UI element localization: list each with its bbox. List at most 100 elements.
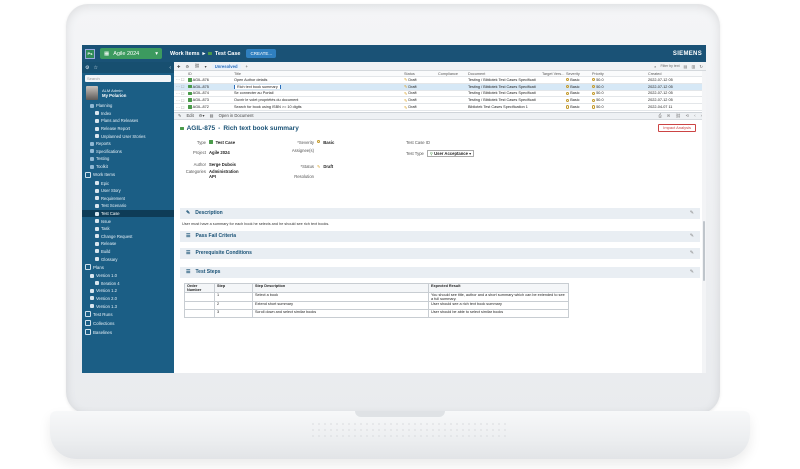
sidebar-item-change-request[interactable]: Change Request	[82, 233, 174, 241]
row-document[interactable]: Bibliotek Test Cases Specification 1	[468, 105, 542, 109]
gear-icon[interactable]: ⚙	[186, 64, 190, 69]
col-document[interactable]: Document	[468, 72, 542, 76]
sidebar-item-iteration-4[interactable]: Iteration 4	[82, 279, 174, 287]
gear-icon[interactable]: ⚙	[85, 65, 89, 71]
edit-button[interactable]: Edit	[187, 113, 194, 118]
sidebar-item-version-1-2[interactable]: Version 1.2	[82, 287, 174, 295]
row-menu-icon[interactable]: ⋯ ☐	[174, 91, 188, 96]
add-query-icon[interactable]: +	[246, 64, 248, 69]
star-icon[interactable]: ☆	[93, 65, 97, 71]
sidebar-item-plans-and-releases[interactable]: Plans and Releases	[82, 117, 174, 125]
sidebar-item-glossary[interactable]: Glossary	[82, 255, 174, 263]
sidebar-item-baselines[interactable]: Baselines	[82, 328, 174, 337]
edit-icon[interactable]: ✎	[690, 250, 694, 256]
refresh-icon[interactable]: ↻	[699, 64, 703, 69]
link-icon[interactable]: ⛓	[194, 63, 199, 69]
view-icon[interactable]: ▤	[684, 64, 688, 69]
col-title[interactable]: Title	[234, 72, 404, 76]
open-in-document-button[interactable]: Open in Document	[219, 113, 254, 118]
sidebar-item-toolkit[interactable]: Toolkit	[82, 163, 174, 171]
row-id[interactable]: AGIL-874	[193, 91, 209, 95]
sidebar-item-release[interactable]: Release	[82, 240, 174, 248]
row-document[interactable]: Testing / Bibliotek Test Cases Specifica…	[468, 78, 542, 82]
print-icon[interactable]: ⎙	[658, 113, 661, 119]
breadcrumb-work-items[interactable]: Work Items	[170, 51, 200, 57]
sidebar-item-build[interactable]: Build	[82, 248, 174, 256]
table-row[interactable]: ⋯ ☐ AGIL-875 Rich text book summary ✎ Draft T…	[174, 83, 706, 91]
table-row[interactable]: ⋯ ☐ AGIL-872 Search for book using ISBN >=…	[174, 104, 706, 111]
search-icon[interactable]: ⌕	[654, 64, 656, 69]
edit-icon[interactable]: ✎	[690, 210, 694, 216]
collapse-icon[interactable]: ‹	[169, 65, 171, 71]
sidebar-item-reports[interactable]: Reports	[82, 140, 174, 148]
status-value[interactable]: Draft	[323, 164, 333, 169]
row-document[interactable]: Testing / Bibliotek Test Cases Specifica…	[468, 98, 542, 102]
col-severity[interactable]: Severity	[566, 72, 592, 76]
description-section[interactable]: ✎ Description ✎	[180, 207, 700, 219]
row-id[interactable]: AGIL-876	[193, 78, 209, 82]
table-row[interactable]: ⋯ ☐ AGIL-873 Ouvrir le volet propriétés du…	[174, 97, 706, 105]
prev-icon[interactable]: ‹	[694, 113, 695, 119]
sidebar-item-version-2-0[interactable]: Version 2.0	[82, 295, 174, 303]
col-created[interactable]: Created	[648, 72, 688, 76]
table-row[interactable]: ⋯ ☐ AGIL-874 Se connecter au Portail ✎ Draft…	[174, 91, 706, 98]
app-logo[interactable]: Ps	[85, 48, 95, 59]
sidebar-item-specifications[interactable]: Specifications	[82, 148, 174, 156]
table-row[interactable]: ⋯ ☐ AGIL-876 Open Author details ✎ Draft Test…	[174, 77, 706, 84]
row-id[interactable]: AGIL-872	[193, 105, 209, 109]
edit-icon[interactable]: ✎	[690, 233, 694, 239]
test-steps-section[interactable]: ☰ Test Steps ✎	[180, 266, 700, 278]
row-title[interactable]: Rich text book summary	[234, 84, 281, 89]
row-id[interactable]: AGIL-873	[193, 98, 209, 102]
breadcrumb-test-case[interactable]: Test Case	[215, 51, 241, 57]
row-document[interactable]: Testing / Bibliotek Test Cases Specifica…	[468, 85, 542, 89]
row-document[interactable]: Testing / Bibliotek Test Cases Specifica…	[468, 91, 542, 95]
sidebar-item-test-case[interactable]: Test Case	[82, 209, 174, 218]
sidebar-item-testing[interactable]: Testing	[82, 155, 174, 163]
row-id[interactable]: AGIL-875	[193, 85, 209, 89]
item-id[interactable]: AGIL-875	[187, 125, 216, 132]
col-target-version[interactable]: Target Vers...	[542, 72, 566, 76]
sidebar-item-release-report[interactable]: Release Report	[82, 125, 174, 133]
row-title[interactable]: Ouvrir le volet propriétés du document	[234, 98, 298, 102]
sidebar-item-requirement[interactable]: Requirement	[82, 195, 174, 203]
sidebar-item-epic[interactable]: Epic	[82, 179, 174, 187]
sidebar-item-issue[interactable]: Issue	[82, 217, 174, 225]
sidebar-item-version-1-0[interactable]: Version 1.0	[82, 272, 174, 280]
col-id[interactable]: ID	[188, 72, 234, 76]
categories-value[interactable]: API	[209, 174, 239, 179]
row-menu-icon[interactable]: ⋯ ☐	[174, 105, 188, 110]
severity-value[interactable]: Basic	[323, 140, 334, 145]
scrollbar[interactable]	[702, 71, 706, 373]
row-title[interactable]: Se connecter au Portail	[234, 91, 273, 95]
sidebar-item-index[interactable]: Index	[82, 110, 174, 118]
history-icon[interactable]: ⟲	[686, 113, 690, 119]
row-title[interactable]: Open Author details	[234, 78, 267, 82]
edit-icon[interactable]: ✎	[178, 113, 182, 118]
link-icon[interactable]: ⛓	[675, 113, 680, 119]
row-title[interactable]: Search for book using ISBN >= 10 digits	[234, 105, 302, 109]
create-button[interactable]: CREATE...	[246, 49, 277, 58]
edit-icon[interactable]: ✎	[690, 269, 694, 275]
user-panel[interactable]: ALM Admin My Polarion	[82, 84, 174, 102]
col-status[interactable]: Status	[404, 72, 438, 76]
test-type-select[interactable]: ⚲ User Acceptance ▾	[426, 149, 475, 157]
col-compliance[interactable]: Compliance	[438, 72, 468, 76]
item-title[interactable]: Rich text book summary	[223, 125, 299, 132]
prerequisite-section[interactable]: ☰ Prerequisite Conditions ✎	[180, 247, 700, 259]
sidebar-item-planning[interactable]: Planning	[82, 102, 174, 110]
pass-fail-section[interactable]: ☰ Pass Fail Criteria ✎	[180, 230, 700, 242]
sidebar-item-test-scenario[interactable]: Test Scenario	[82, 202, 174, 210]
col-priority[interactable]: Priority	[592, 72, 648, 76]
query-selector[interactable]: Unresolved	[211, 63, 241, 69]
sidebar-item-user-story[interactable]: User Story	[82, 187, 174, 195]
sidebar-search-input[interactable]: Search	[85, 75, 171, 82]
author-value[interactable]: Serge Dubois	[209, 162, 236, 167]
search-hint[interactable]: Filter by text	[660, 64, 679, 68]
sidebar-item-version-1-3[interactable]: Version 1.3	[82, 302, 174, 310]
sidebar-item-task[interactable]: Task	[82, 225, 174, 233]
sidebar-item-work-items[interactable]: Work Items	[82, 170, 174, 179]
new-item-icon[interactable]: ✚	[177, 64, 181, 69]
actions-icon[interactable]: ⚙▾	[199, 113, 205, 118]
columns-icon[interactable]: ▥	[692, 64, 696, 69]
